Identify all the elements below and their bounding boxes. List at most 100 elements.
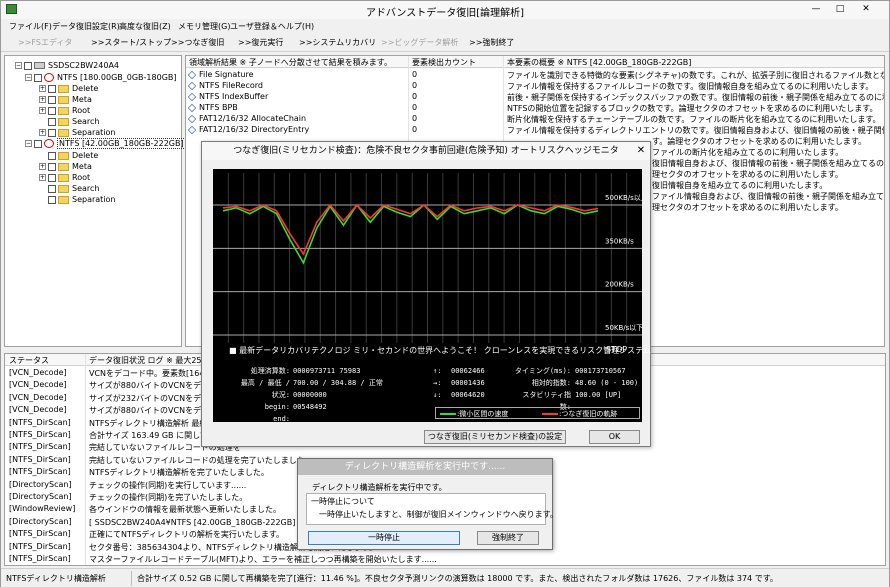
force-quit-dialog-button[interactable]: 強制終了: [477, 531, 539, 545]
tree-folder[interactable]: + Meta: [39, 94, 92, 105]
log-status: [DirectoryScan]: [9, 479, 72, 489]
monitor-banner: ■ 最新データリカバリテクノロジ ミリ・セカンドの世界へようこそ！ クローンレス…: [229, 346, 651, 355]
tree-folder[interactable]: + Root: [39, 172, 90, 183]
menu-file[interactable]: ファイル(F): [9, 21, 52, 32]
column-header[interactable]: 領域解析結果 ※ 子ノードへ分散させて結果を積みます。: [189, 57, 392, 68]
fs-editor-button[interactable]: >>FSエディタ: [18, 37, 72, 48]
tree-folder[interactable]: Delete: [48, 150, 98, 161]
column-header[interactable]: ステータス: [9, 355, 49, 366]
expand-icon[interactable]: +: [39, 163, 46, 170]
collapse-icon[interactable]: −: [25, 74, 32, 81]
ok-button[interactable]: OK: [589, 430, 640, 444]
checkbox[interactable]: [48, 162, 56, 171]
tree-folder[interactable]: Search: [48, 116, 99, 127]
log-message: マスターファイルレコードテーブル(MFT)より、エラーを補正しつつ再構築を開始い…: [89, 555, 437, 564]
log-message: 各ウインドウの情報を最新状態へ更新いたしました。: [89, 505, 281, 515]
direction-arrows: ↑: →: ↓:: [433, 365, 441, 401]
log-row[interactable]: [NTFS_DirScan] マスターファイルレコードテーブル(MFT)より、エラ…: [5, 554, 885, 565]
element-icon: [187, 103, 197, 113]
menu-help[interactable]: ユーザ登録＆ヘルプ(H): [230, 21, 314, 32]
stats-values-left: 0000973711 75983 700.00 / 304.88 / 正常 00…: [293, 367, 383, 411]
start-stop-button[interactable]: >>スタート/ストップ: [91, 37, 171, 48]
tree-volume-2[interactable]: − NTFS [42.00GB_180GB-222GB]: [25, 138, 186, 149]
stop-indicator: STOP: [606, 345, 628, 354]
disk-icon: [34, 62, 45, 69]
table-row[interactable]: File Signature 0 ファイルを識別できる特徴的な要素(シグネチャ)の数…: [186, 70, 884, 81]
tree-folder[interactable]: + Meta: [39, 161, 92, 172]
tree-folder[interactable]: + Delete: [39, 83, 98, 94]
checkbox[interactable]: [48, 195, 56, 204]
status-message: 合計サイズ 0.52 GB に関して再構築を完了[進行：11.46 %]。不良セ…: [137, 574, 778, 583]
element-count: 0: [412, 125, 418, 134]
table-row[interactable]: NTFS BPB 0 NTFSの開始位置を記録するブロックの数です。論理セクタのオフ…: [186, 103, 884, 114]
expand-icon[interactable]: +: [39, 96, 46, 103]
expand-icon[interactable]: +: [39, 174, 46, 181]
table-row[interactable]: NTFS IndexBuffer 0 前後・親子関係を保持するインデックスバッファの…: [186, 92, 884, 103]
tree-folder[interactable]: + Root: [39, 105, 90, 116]
column-header[interactable]: 要素検出カウント: [412, 57, 476, 68]
chart-lines: [222, 203, 599, 265]
ntfs-icon: [44, 139, 54, 148]
legend-swatch-trace: [542, 413, 558, 415]
collapse-icon[interactable]: −: [25, 140, 32, 147]
tree-folder[interactable]: Separation: [48, 194, 116, 205]
arrow-right-icon: →:: [433, 379, 442, 387]
checkbox[interactable]: [48, 151, 56, 160]
checkbox[interactable]: [48, 84, 56, 93]
table-row[interactable]: FAT12/16/32 AllocateChain 0 断片化情報を保持するチェーン…: [186, 114, 884, 125]
log-message: 正確にてNTFSディレクトリの解析を実行いたします。: [89, 530, 285, 540]
checkbox[interactable]: [48, 95, 56, 104]
checkbox[interactable]: [24, 61, 32, 70]
checkbox[interactable]: [48, 128, 56, 137]
y-tick-label: 200KB/s: [605, 281, 634, 289]
tree-folder[interactable]: Search: [48, 183, 99, 194]
maximize-button[interactable]: □: [829, 3, 851, 16]
tree-folder[interactable]: + Separation: [39, 127, 116, 138]
table-row[interactable]: NTFS FileRecord 0 ファイル情報を保持するファイルレコードの数です。…: [186, 81, 884, 92]
big-data-button[interactable]: >>ビッグデータ解析: [381, 37, 458, 48]
pause-section-title: 一時停止について: [311, 497, 375, 506]
tree-volume-1[interactable]: − NTFS [180.00GB_0GB-180GB]: [25, 72, 177, 83]
menu-memory[interactable]: メモリ管理(G): [178, 21, 230, 32]
table-row[interactable]: FAT12/16/32 DirectoryEntry 0 ファイル情報を保持するディ…: [186, 125, 884, 136]
element-count: 0: [412, 70, 418, 79]
element-description: 復旧情報自身を組み立てるのに利用いたします。: [652, 181, 828, 190]
checkbox[interactable]: [48, 184, 56, 193]
checkbox[interactable]: [34, 73, 42, 82]
checkbox[interactable]: [48, 106, 56, 115]
element-name: NTFS BPB: [199, 103, 238, 112]
pause-button[interactable]: 一時停止: [308, 531, 460, 545]
collapse-icon[interactable]: −: [15, 62, 22, 69]
y-tick-label: 50KB/s以下: [605, 324, 642, 332]
y-tick-label: 350KB/s: [605, 237, 634, 245]
log-message: NTFSディレクトリ構造解析を完了いたしました。: [89, 468, 269, 478]
tree-root[interactable]: − SSDSC2BW240A4: [15, 60, 119, 71]
checkbox[interactable]: [34, 139, 42, 148]
log-status: [VCN_Decode]: [9, 392, 67, 402]
expand-icon[interactable]: +: [39, 85, 46, 92]
close-icon[interactable]: ✕: [635, 145, 647, 157]
menu-recovery-settings[interactable]: データ復旧設定(R): [52, 21, 120, 32]
dialog-message: ディレクトリ構造解析を実行中です。: [312, 483, 447, 492]
expand-icon[interactable]: +: [39, 107, 46, 114]
menu-advanced-recovery[interactable]: 高度な復旧(Z): [119, 21, 171, 32]
millisecond-settings-button[interactable]: つなぎ復旧(ミリセカンド検査)の設定: [424, 430, 566, 444]
minimize-button[interactable]: —: [805, 3, 827, 16]
restore-button[interactable]: >>復元実行: [238, 37, 283, 48]
force-quit-button[interactable]: >>強制終了: [469, 37, 514, 48]
system-recovery-button[interactable]: >>システムリカバリ: [299, 37, 376, 48]
element-description: ファイル情報自身および、復旧情報の前後・親子関係を組み立てるのに利用いたします。: [652, 192, 885, 201]
log-status: [NTFS_DirScan]: [9, 467, 71, 477]
column-header[interactable]: 本要素の概要 ※ NTFS [42.00GB_180GB-222GB]: [507, 57, 691, 68]
connect-recovery-button[interactable]: >>つなぎ復旧: [171, 37, 224, 48]
legend-swatch-speed: [440, 413, 456, 415]
element-name: NTFS IndexBuffer: [199, 92, 269, 101]
direction-values: 00062466 00001436 00064620: [451, 367, 485, 399]
folder-icon: [58, 95, 69, 104]
checkbox[interactable]: [48, 173, 56, 182]
close-button[interactable]: ✕: [855, 3, 877, 16]
element-count: 0: [412, 114, 418, 123]
element-name: NTFS FileRecord: [199, 81, 263, 90]
expand-icon[interactable]: +: [39, 129, 46, 136]
checkbox[interactable]: [48, 117, 56, 126]
